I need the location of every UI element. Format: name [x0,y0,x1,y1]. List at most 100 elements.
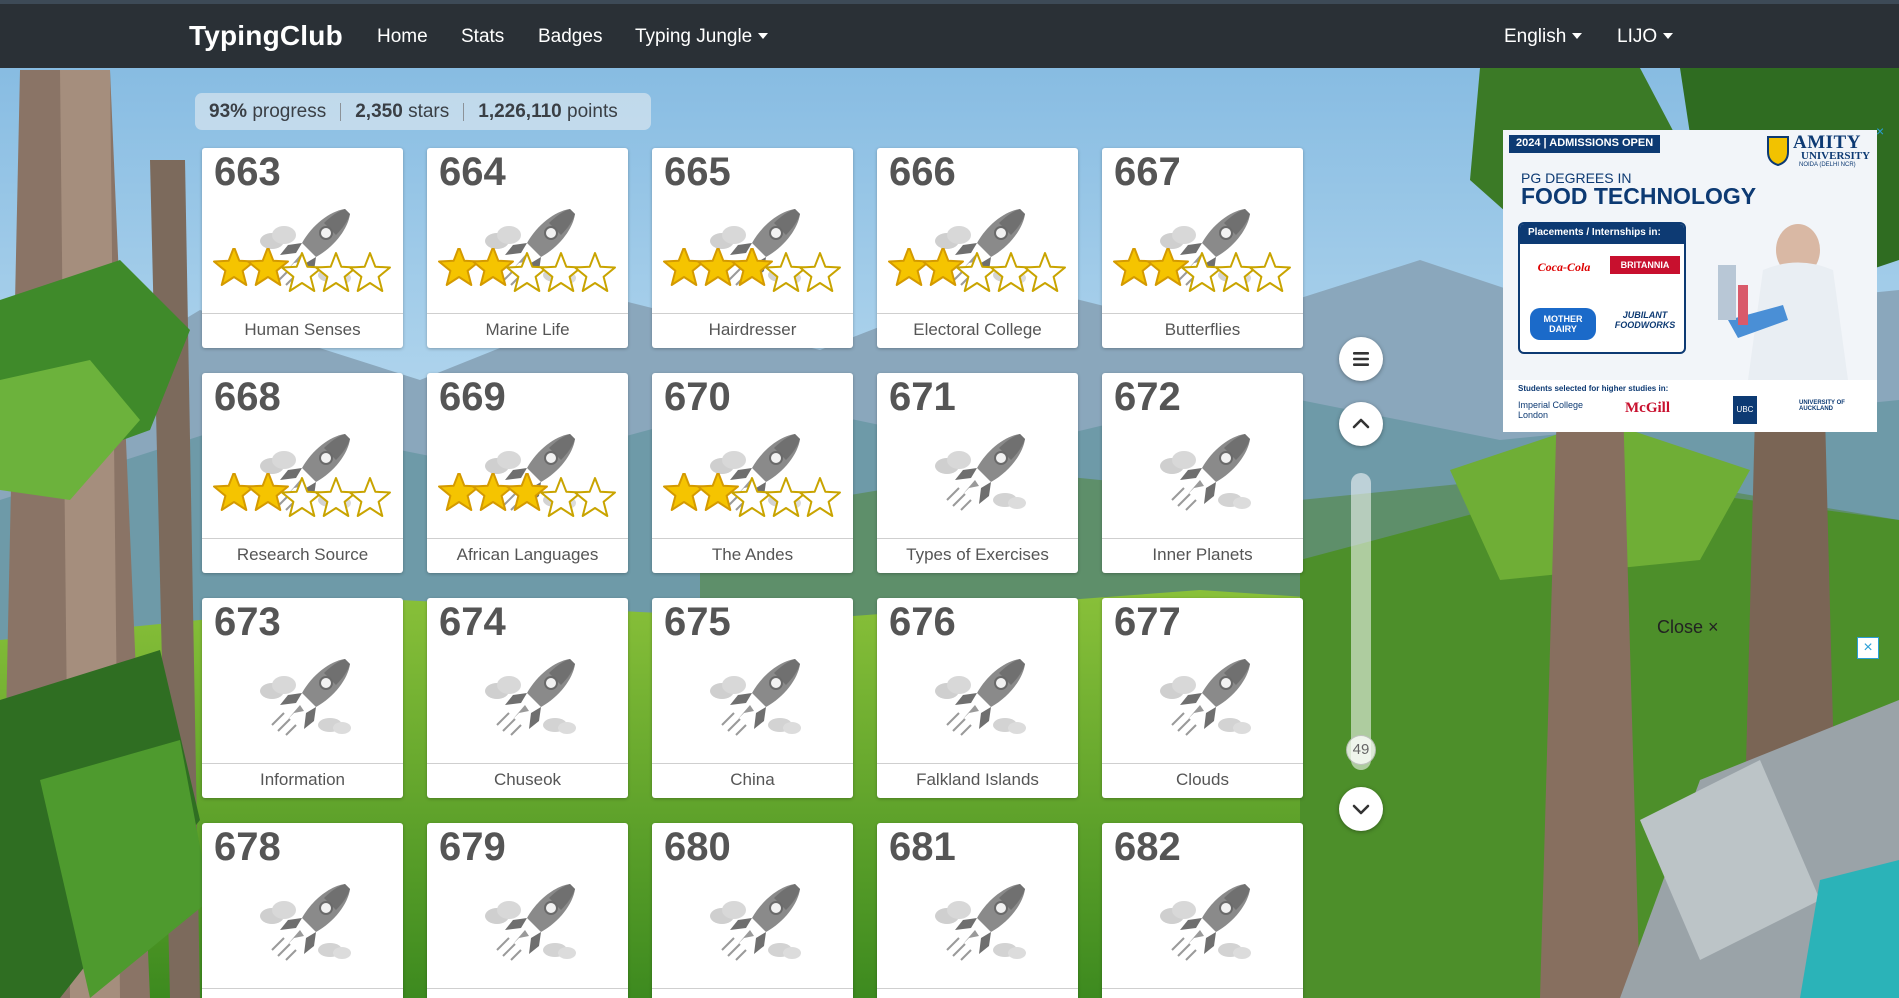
lesson-card[interactable]: 665 Hairdresser [652,148,853,348]
star-empty-icon [574,252,616,292]
points-value: 1,226,110 [478,100,562,122]
star-filled-icon [663,248,705,286]
lesson-card[interactable]: 668 Research Source [202,373,403,573]
lesson-card[interactable]: 682 [1102,823,1303,998]
caret-down-icon [1572,33,1583,39]
nav-stats-link[interactable]: Stats [461,26,504,48]
lesson-number: 668 [214,375,281,419]
school-logo: UBC [1733,396,1757,424]
lesson-card[interactable]: 674 Chuseok [427,598,628,798]
star-filled-icon [1113,248,1155,286]
scroll-up-button[interactable] [1339,402,1383,446]
star-rating [663,473,841,517]
brand-logo[interactable]: TypingClub [189,20,343,52]
card-divider [877,763,1078,764]
star-empty-icon [990,252,1032,292]
lesson-number: 669 [439,375,506,419]
card-divider [427,988,628,989]
star-empty-icon [506,252,548,292]
nav-home-link[interactable]: Home [377,26,428,48]
close-ad-link[interactable]: Close × [1657,617,1719,638]
lesson-card[interactable]: 664 Marine Life [427,148,628,348]
lesson-scrollbar[interactable] [1351,473,1371,770]
progress-summary: 93% progress 2,350 stars 1,226,110 point… [195,93,651,130]
advertisement-banner[interactable]: 2024 | ADMISSIONS OPEN AMITY UNIVERSITY … [1503,130,1877,432]
star-empty-icon [574,477,616,517]
lesson-number: 663 [214,150,281,194]
menu-button[interactable] [1339,337,1383,381]
star-filled-icon [213,473,255,511]
scroll-position-indicator[interactable]: 49 [1346,735,1376,765]
lesson-card[interactable]: 670 The Andes [652,373,853,573]
card-divider [877,538,1078,539]
lesson-title: The Andes [711,545,794,564]
card-divider [877,988,1078,989]
star-empty-icon [765,252,807,292]
lesson-number: 665 [664,150,731,194]
lesson-card[interactable]: 680 [652,823,853,998]
card-divider [1102,988,1303,989]
typing-jungle-label: Typing Jungle [635,26,753,47]
lesson-number: 679 [439,825,506,869]
user-menu-dropdown[interactable]: LIJO [1617,26,1674,48]
card-divider [427,763,628,764]
card-divider [652,313,853,314]
star-filled-icon [472,473,514,511]
star-empty-icon [349,477,391,517]
lesson-card[interactable]: 666 Electoral College [877,148,1078,348]
lesson-card[interactable]: 663 Human Senses [202,148,403,348]
card-divider [202,763,403,764]
lesson-number: 676 [889,600,956,644]
caret-down-icon [1663,33,1674,39]
lesson-title: Types of Exercises [906,545,1049,564]
divider [463,102,465,121]
shield-icon [1767,136,1789,166]
progress-value: 93% [209,100,248,122]
lesson-card[interactable]: 667 Butterflies [1102,148,1303,348]
star-empty-icon [799,252,841,292]
card-divider [427,538,628,539]
star-filled-icon [438,248,480,286]
university-location: NOIDA (DELHI NCR) [1799,162,1856,168]
school-logo: UNIVERSITY OF AUCKLAND [1799,400,1845,412]
caret-down-icon [758,33,769,39]
points-unit: points [567,100,618,122]
rocket-icon [260,884,351,961]
lesson-title: Butterflies [1164,320,1241,339]
language-dropdown[interactable]: English [1504,26,1583,48]
nav-typing-jungle-dropdown[interactable]: Typing Jungle [635,26,769,48]
scroll-down-button[interactable] [1339,787,1383,831]
lesson-card[interactable]: 675 China [652,598,853,798]
lesson-title: African Languages [456,545,599,564]
lesson-card[interactable]: 678 [202,823,403,998]
lesson-number: 664 [439,150,506,194]
star-rating [213,248,391,292]
rocket-icon [935,659,1026,736]
lesson-card[interactable]: 679 [427,823,628,998]
hamburger-icon [1353,352,1369,366]
lesson-card[interactable]: 669 African Languages [427,373,628,573]
lesson-title: Information [259,770,346,789]
rocket-icon [485,884,576,961]
rocket-icon [260,659,351,736]
language-label: English [1504,26,1567,47]
rocket-icon [710,884,801,961]
lesson-number: 681 [889,825,956,869]
lesson-card[interactable]: 671 Types of Exercises [877,373,1078,573]
star-empty-icon [765,477,807,517]
lesson-card[interactable]: 681 [877,823,1078,998]
star-filled-icon [697,248,739,286]
lesson-card[interactable]: 673 Information [202,598,403,798]
lesson-card[interactable]: 677 Clouds [1102,598,1303,798]
chevron-down-icon [1352,804,1370,815]
lesson-card[interactable]: 672 Inner Planets [1102,373,1303,573]
card-divider [652,538,853,539]
star-empty-icon [315,252,357,292]
star-empty-icon [315,477,357,517]
card-divider [427,313,628,314]
ad-close-button[interactable]: × [1857,637,1879,659]
lesson-number: 667 [1114,150,1181,194]
nav-badges-link[interactable]: Badges [538,26,602,48]
lesson-card[interactable]: 676 Falkland Islands [877,598,1078,798]
ad-info-close-icon[interactable]: × [1876,124,1890,138]
